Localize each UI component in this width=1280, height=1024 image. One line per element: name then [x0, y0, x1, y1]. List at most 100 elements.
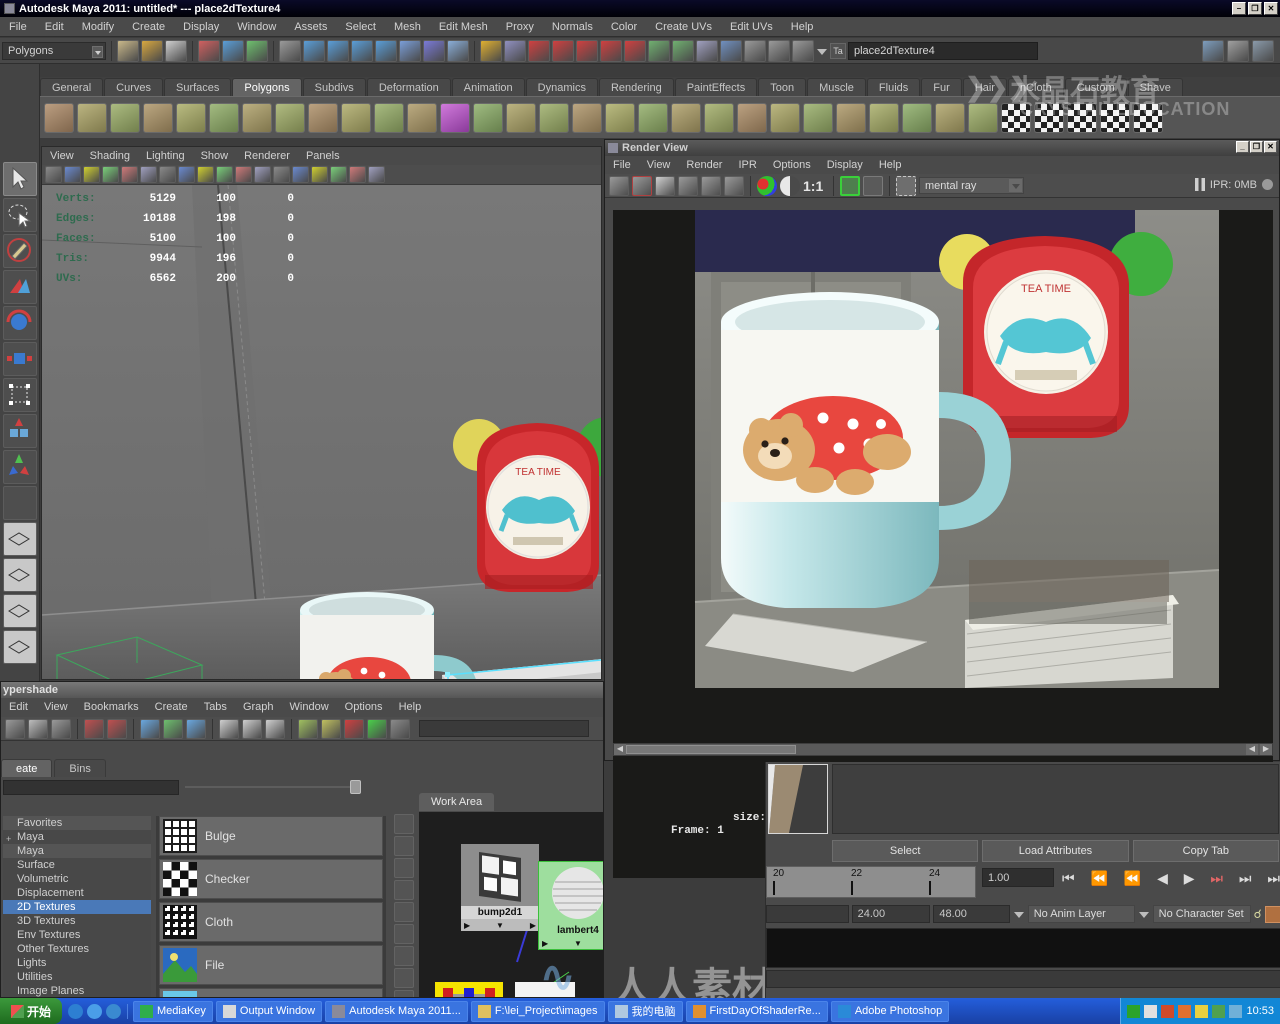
render-icon[interactable]	[504, 39, 526, 62]
snap-view-icon[interactable]	[423, 39, 445, 62]
poly-type-icon[interactable]	[440, 102, 470, 133]
chevron-down-icon[interactable]	[92, 45, 103, 58]
select-by-poly-icon[interactable]	[246, 39, 268, 62]
next-key-button[interactable]: ⏭	[1210, 870, 1223, 887]
render-region-select-icon[interactable]	[724, 175, 744, 196]
refresh-icon[interactable]	[701, 175, 721, 196]
poly-svg-icon[interactable]	[473, 102, 503, 133]
poly-torus-icon[interactable]	[209, 102, 239, 133]
tree-item-surface[interactable]: Surface	[3, 858, 151, 872]
shelf-tab-dynamics[interactable]: Dynamics	[525, 78, 598, 96]
film-gate-icon[interactable]	[159, 166, 176, 183]
tray-volume-icon[interactable]	[1178, 1004, 1192, 1018]
character-set-dropdown[interactable]: No Character Set	[1152, 905, 1251, 923]
magnet5-icon[interactable]	[624, 39, 646, 62]
move-tool-icon[interactable]	[3, 270, 37, 304]
animation-preferences-icon[interactable]	[1264, 905, 1280, 923]
hypershade-menu-create[interactable]: Create	[147, 698, 196, 717]
range-blank-field[interactable]	[766, 905, 849, 923]
texture-item-fluid-texture-2d[interactable]: Fluid Texture 2D	[159, 988, 383, 997]
chevron-down-icon-1[interactable]	[1013, 905, 1025, 923]
hypershade-menu-help[interactable]: Help	[391, 698, 430, 717]
tree-item-image-planes[interactable]: Image Planes	[3, 984, 151, 997]
hypershade-search-input[interactable]	[3, 779, 179, 795]
scrollbar-thumb[interactable]	[626, 745, 796, 754]
offset-edge-loop-icon[interactable]	[869, 102, 899, 133]
copy-tab-button[interactable]: Copy Tab	[1132, 840, 1279, 862]
toggle-icon[interactable]	[390, 718, 410, 739]
show-materials-icon[interactable]	[394, 814, 414, 834]
resolution-gate-icon[interactable]	[178, 166, 195, 183]
tree-item-other-textures[interactable]: Other Textures	[3, 942, 151, 956]
tray-misc-icon[interactable]	[1229, 1004, 1243, 1018]
isolate-select-icon[interactable]	[368, 166, 385, 183]
work-area-tab[interactable]: Work Area	[419, 793, 495, 811]
xray-joints-icon[interactable]	[349, 166, 366, 183]
shelf-tab-ncloth[interactable]: nCloth	[1007, 78, 1064, 96]
input-connection-icon[interactable]	[648, 39, 670, 62]
shelf-tab-surfaces[interactable]: Surfaces	[163, 78, 232, 96]
shelf-tab-animation[interactable]: Animation	[451, 78, 525, 96]
texture-node-list[interactable]: Bulge Checker Cloth File Fluid Texture 2D	[156, 816, 386, 997]
append-polygon-icon[interactable]	[704, 102, 734, 133]
hypershade-menu-window[interactable]: Window	[282, 698, 337, 717]
select-by-component-icon[interactable]	[222, 39, 244, 62]
swatch-size-slider[interactable]	[185, 780, 361, 794]
shelf-tab-subdivs[interactable]: Subdivs	[302, 78, 366, 96]
open-scene-icon[interactable]	[141, 39, 163, 62]
tray-battery-icon[interactable]	[1127, 1004, 1141, 1018]
universal-manipulator-icon[interactable]	[3, 378, 37, 412]
grid-toggle-icon[interactable]	[140, 166, 157, 183]
render-region-icon[interactable]	[896, 175, 916, 196]
hypershade-toolbar-field[interactable]	[419, 720, 589, 737]
move-tool-icon[interactable]	[303, 39, 325, 62]
image-plane-icon[interactable]	[102, 166, 119, 183]
shelf-tab-custom[interactable]: Custom	[1064, 78, 1127, 96]
xray-toggle-icon[interactable]	[330, 166, 347, 183]
help-icon[interactable]	[447, 39, 469, 62]
slider-knob[interactable]	[350, 780, 361, 794]
hypershade-work-area[interactable]: Work Area bump2d1 ▶ ▼ ▶ lambert4 ▶ ▼	[419, 793, 603, 997]
tray-network-icon[interactable]	[1144, 1004, 1158, 1018]
show-all-icon[interactable]	[394, 990, 414, 997]
construction-plane-icon[interactable]	[399, 39, 421, 62]
lock-icon[interactable]	[480, 39, 502, 62]
shelf-tab-hair[interactable]: Hair	[962, 78, 1007, 96]
shelf-tab-fur[interactable]: Fur	[921, 78, 962, 96]
main-menu-item-edit-uvs[interactable]: Edit UVs	[721, 17, 782, 37]
render-settings-icon[interactable]	[768, 39, 790, 62]
hypershade-tab-eate[interactable]: eate	[1, 759, 53, 777]
clear-graph-icon[interactable]	[84, 718, 104, 739]
delete-unused-nodes-icon[interactable]	[344, 718, 364, 739]
last-tool-used-icon[interactable]	[3, 486, 37, 520]
start-button[interactable]: 开始	[0, 998, 62, 1024]
main-menu-item-edit-mesh[interactable]: Edit Mesh	[430, 17, 497, 37]
graph-textures-icon[interactable]	[163, 718, 183, 739]
lasso-select-tool-icon[interactable]	[3, 198, 37, 232]
tray-app-icon[interactable]	[1212, 1004, 1226, 1018]
uv-editor-icon[interactable]	[1133, 102, 1163, 133]
render-view-menu-options[interactable]: Options	[765, 156, 819, 174]
scroll-left-arrow[interactable]: ◀	[614, 744, 626, 755]
show-bottom-tabs-icon[interactable]	[51, 718, 71, 739]
bridge-icon[interactable]	[671, 102, 701, 133]
poly-cone-icon[interactable]	[143, 102, 173, 133]
soft-modification-tool-icon[interactable]	[3, 414, 37, 448]
chevron-down-icon[interactable]	[1009, 179, 1022, 192]
interactive-split-icon[interactable]	[935, 102, 965, 133]
tree-item-maya[interactable]: + Maya	[3, 830, 151, 844]
viewport-menu-shading[interactable]: Shading	[82, 147, 138, 165]
panel-layout-four-icon[interactable]	[3, 594, 37, 628]
shelf-tab-curves[interactable]: Curves	[104, 78, 163, 96]
viewport-menu-view[interactable]: View	[42, 147, 82, 165]
render-view-menu-render[interactable]: Render	[678, 156, 730, 174]
shelf-tab-polygons[interactable]: Polygons	[232, 78, 302, 96]
texture-item-bulge[interactable]: Bulge	[159, 816, 383, 856]
history-icon[interactable]	[696, 39, 718, 62]
main-menu-item-assets[interactable]: Assets	[285, 17, 336, 37]
play-forwards-button[interactable]: ▶	[1184, 870, 1195, 887]
shelf-tab-toon[interactable]: Toon	[758, 78, 807, 96]
ipr-render-icon[interactable]	[744, 39, 766, 62]
node-expand-arrow-icon[interactable]: ▼	[574, 939, 582, 948]
output-connection-icon[interactable]	[672, 39, 694, 62]
